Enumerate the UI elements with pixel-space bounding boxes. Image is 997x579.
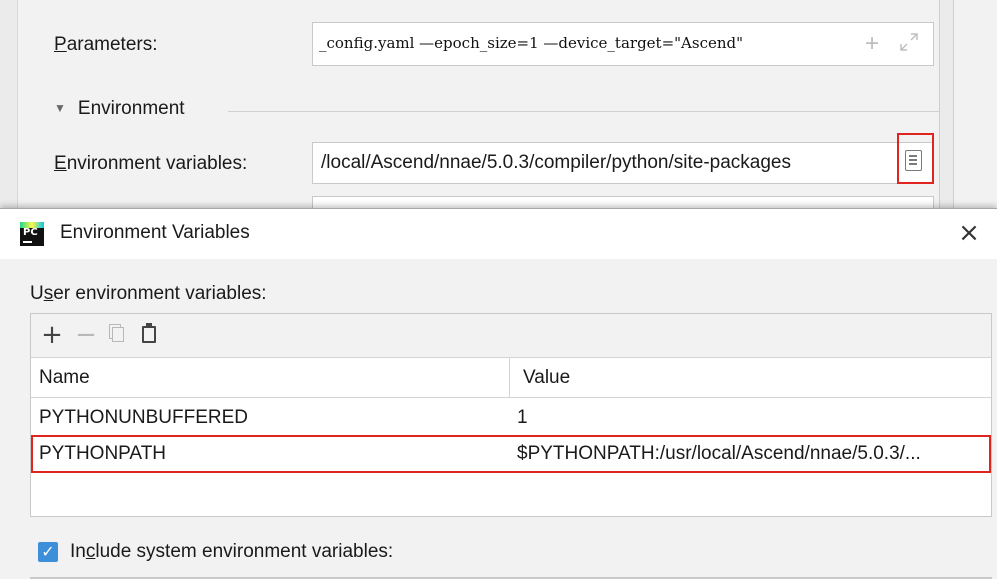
close-icon[interactable]: × (955, 218, 983, 248)
table-row[interactable]: PYTHONPATH $PYTHONPATH:/usr/local/Ascend… (31, 436, 991, 472)
row-value-cell[interactable]: $PYTHONPATH:/usr/local/Ascend/nnae/5.0.3… (517, 443, 921, 465)
table-row[interactable]: PYTHONUNBUFFERED 1 (31, 400, 991, 436)
include-system-env-checkbox[interactable]: ✓ (38, 542, 58, 562)
environment-variables-value: /local/Ascend/nnae/5.0.3/compiler/python… (321, 152, 791, 173)
environment-variables-input[interactable]: /local/Ascend/nnae/5.0.3/compiler/python… (312, 142, 934, 184)
paste-icon[interactable] (136, 320, 164, 350)
section-separator (228, 111, 940, 112)
table-header: Name Value (31, 358, 991, 398)
right-strip (940, 0, 954, 210)
pycharm-logo-icon: PC (20, 222, 44, 246)
user-env-vars-label: User environment variables: (30, 283, 267, 304)
environment-section-header[interactable]: ▼ Environment (54, 98, 185, 120)
parameters-label: Parameters: (54, 34, 158, 55)
left-strip (0, 0, 18, 210)
environment-variables-label: Environment variables: (54, 153, 248, 174)
dialog-title-bar: PC Environment Variables × (0, 209, 997, 259)
remove-icon[interactable]: − (72, 320, 100, 350)
env-vars-table: + − Name Value PYTHONUNBUFFERED 1 PYTHON… (30, 313, 992, 517)
row-value-cell[interactable]: 1 (517, 407, 528, 429)
parameters-value: _config.yaml —epoch_size=1 —device_targe… (319, 34, 744, 52)
column-header-name[interactable]: Name (39, 367, 90, 389)
collapse-triangle-icon[interactable]: ▼ (54, 101, 66, 115)
add-parameter-icon[interactable]: + (865, 30, 879, 58)
row-name-cell[interactable]: PYTHONPATH (39, 443, 166, 465)
environment-variables-dialog: PC Environment Variables × User environm… (0, 208, 997, 579)
parameters-input[interactable]: _config.yaml —epoch_size=1 —device_targe… (312, 22, 934, 66)
column-header-value[interactable]: Value (523, 367, 570, 389)
browse-highlight-box (897, 133, 934, 184)
run-configuration-panel: Parameters: _config.yaml —epoch_size=1 —… (0, 0, 997, 210)
row-name-cell[interactable]: PYTHONUNBUFFERED (39, 407, 248, 429)
expand-icon[interactable] (898, 31, 920, 53)
dialog-title: Environment Variables (60, 222, 250, 243)
include-system-env-label: Include system environment variables: (70, 541, 394, 562)
copy-icon[interactable] (104, 320, 132, 350)
table-toolbar: + − (31, 314, 991, 358)
add-icon[interactable]: + (38, 320, 66, 350)
scroll-area (954, 0, 997, 210)
column-divider[interactable] (509, 358, 510, 398)
